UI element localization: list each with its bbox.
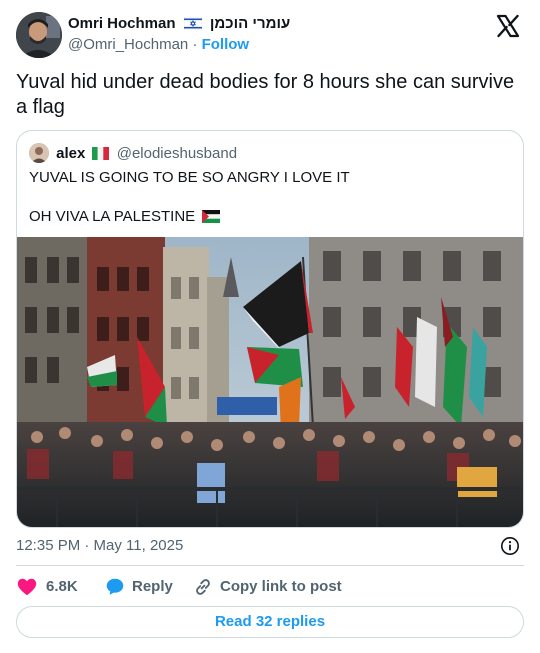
author-handle-line: @Omri_Hochman · Follow bbox=[68, 36, 249, 53]
palestine-flag-icon bbox=[202, 210, 221, 227]
tweet-timestamp[interactable]: 12:35 PM · May 11, 2025 bbox=[16, 537, 183, 554]
israel-flag-icon bbox=[183, 16, 202, 34]
reply-label: Reply bbox=[132, 578, 173, 595]
quoted-header: alex @elodieshusband bbox=[29, 143, 237, 163]
like-count: 6.8K bbox=[46, 578, 78, 595]
author-name-line[interactable]: Omri Hochman עומרי הוכמן bbox=[68, 15, 290, 34]
quoted-tweet[interactable]: alex @elodieshusband YUVAL IS GOING TO B… bbox=[16, 130, 524, 528]
quoted-text-line1: YUVAL IS GOING TO BE SO ANGRY I LOVE IT bbox=[29, 169, 350, 186]
copy-link-label: Copy link to post bbox=[220, 578, 342, 595]
heart-icon bbox=[17, 578, 37, 596]
x-logo-icon[interactable] bbox=[496, 14, 520, 38]
protest-crowd-image[interactable] bbox=[17, 237, 523, 527]
handle-separator: · bbox=[192, 36, 198, 53]
quoted-avatar[interactable] bbox=[29, 143, 49, 163]
reply-bubble-icon bbox=[106, 578, 124, 595]
tweet-header: Omri Hochman עומרי הוכמן @Omri_Hochman ·… bbox=[16, 12, 524, 60]
quoted-handle[interactable]: @elodieshusband bbox=[117, 145, 237, 162]
author-handle[interactable]: @Omri_Hochman bbox=[68, 36, 188, 53]
link-icon bbox=[196, 579, 210, 595]
tweet-text: Yuval hid under dead bodies for 8 hours … bbox=[16, 71, 515, 118]
italy-flag-icon bbox=[91, 147, 109, 164]
action-bar: 6.8K Reply Copy link to post bbox=[16, 576, 524, 598]
quoted-text-line2: OH VIVA LA PALESTINE bbox=[29, 208, 221, 227]
read-replies-button[interactable]: Read 32 replies bbox=[16, 606, 524, 638]
author-avatar[interactable] bbox=[16, 12, 62, 58]
author-hebrew-name: עומרי הוכמן bbox=[209, 15, 291, 32]
author-name[interactable]: Omri Hochman bbox=[68, 15, 176, 32]
quoted-name[interactable]: alex bbox=[56, 145, 85, 162]
follow-button[interactable]: Follow bbox=[202, 36, 250, 53]
info-icon[interactable] bbox=[500, 536, 520, 556]
divider bbox=[16, 565, 524, 566]
quoted-text-line2-text: OH VIVA LA PALESTINE bbox=[29, 208, 196, 225]
